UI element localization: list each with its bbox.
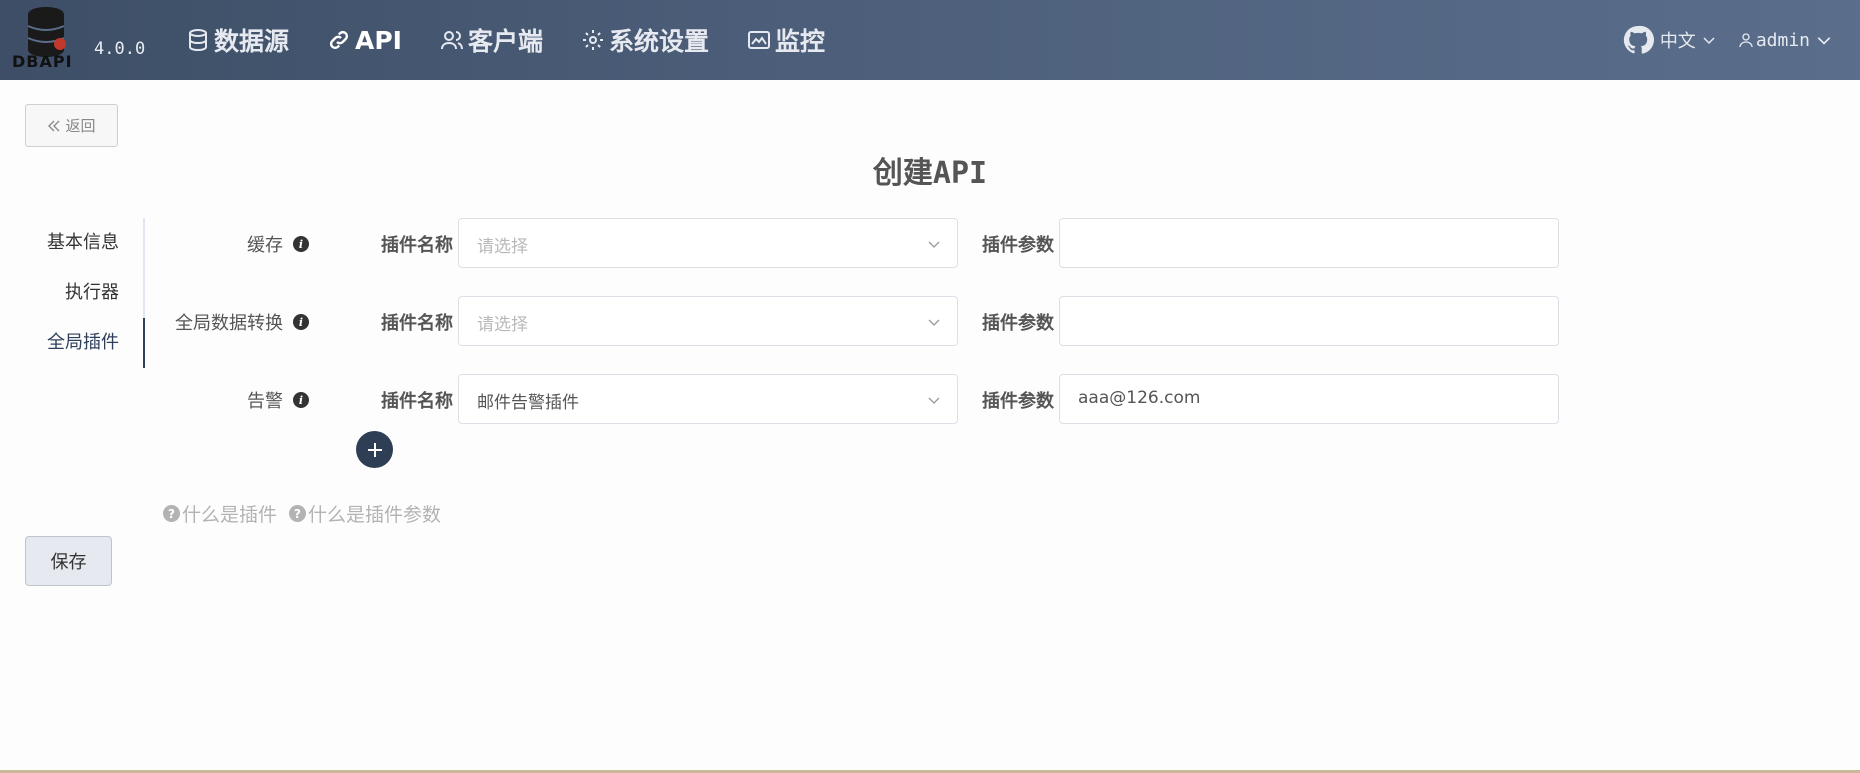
user-icon — [1739, 33, 1753, 48]
select-value: 请选择 — [477, 315, 528, 335]
back-button[interactable]: 返回 — [25, 104, 118, 147]
select-value: 请选择 — [477, 237, 528, 257]
plugin-param-input[interactable] — [1059, 296, 1559, 346]
info-icon[interactable]: i — [293, 392, 309, 408]
plugin-row-alarm: 告警 i 插件名称 邮件告警插件 插件参数 aaa@126.com — [0, 374, 1860, 424]
nav-item-datasource[interactable]: 数据源 — [186, 22, 289, 58]
plugin-param-label: 插件参数 — [982, 391, 1054, 412]
select-value: 邮件告警插件 — [477, 393, 579, 413]
plugin-param-input[interactable]: aaa@126.com — [1059, 374, 1559, 424]
plugin-name-label: 插件名称 — [381, 391, 453, 412]
plugin-row-transform: 全局数据转换 i 插件名称 请选择 插件参数 — [0, 296, 1860, 346]
plugin-name-label: 插件名称 — [381, 313, 453, 334]
gear-icon — [583, 30, 604, 50]
chevron-down-icon — [928, 397, 940, 404]
version-label: 4.0.0 — [94, 39, 146, 59]
add-plugin-button[interactable] — [356, 431, 393, 468]
plugin-name-select[interactable]: 邮件告警插件 — [458, 374, 958, 424]
link-icon — [329, 30, 349, 50]
page-title: 创建API — [872, 156, 988, 191]
plugin-name-label: 插件名称 — [381, 235, 453, 256]
help-link-plugin-param[interactable]: ? 什么是插件参数 — [289, 500, 441, 527]
chevron-down-icon — [928, 241, 940, 248]
info-icon[interactable]: i — [293, 236, 309, 252]
main-nav: 数据源 API 客户端 系统设置 监控 — [186, 0, 863, 80]
plugin-param-input[interactable] — [1059, 218, 1559, 268]
row-label: 全局数据转换 i — [175, 309, 309, 335]
github-icon[interactable] — [1622, 24, 1654, 56]
save-button[interactable]: 保存 — [25, 536, 112, 586]
nav-label: API — [355, 25, 402, 55]
nav-label: 数据源 — [214, 27, 290, 56]
nav-label: 监控 — [775, 27, 826, 56]
nav-item-api[interactable]: API — [327, 26, 402, 55]
help-link-plugin[interactable]: ? 什么是插件 — [163, 500, 277, 527]
question-icon: ? — [163, 505, 180, 522]
plugin-row-cache: 缓存 i 插件名称 请选择 插件参数 — [0, 218, 1860, 268]
header-right: 中文 admin — [1622, 0, 1834, 80]
chevron-down-icon — [1703, 37, 1715, 45]
nav-label: 系统设置 — [609, 27, 710, 56]
plugin-param-label: 插件参数 — [982, 235, 1054, 256]
help-links: ? 什么是插件 ? 什么是插件参数 — [163, 500, 453, 527]
row-label: 缓存 i — [247, 231, 309, 257]
question-icon: ? — [289, 505, 307, 522]
plugin-name-select[interactable]: 请选择 — [458, 296, 958, 346]
user-menu[interactable]: admin — [1738, 30, 1834, 51]
database-icon — [189, 29, 207, 52]
nav-item-client[interactable]: 客户端 — [440, 22, 543, 58]
nav-item-settings[interactable]: 系统设置 — [581, 22, 709, 58]
monitor-icon — [748, 31, 771, 49]
language-selector[interactable]: 中文 — [1660, 27, 1716, 53]
plus-icon — [367, 442, 382, 457]
language-label: 中文 — [1659, 31, 1696, 52]
chevron-down-icon — [1817, 37, 1831, 45]
row-label: 告警 i — [247, 387, 309, 413]
plugin-name-select[interactable]: 请选择 — [458, 218, 958, 268]
nav-label: 客户端 — [468, 27, 544, 56]
top-nav-bar: DBAPI 4.0.0 数据源 API 客户端 系统设置 监控 中文 admin — [0, 0, 1860, 80]
chevron-down-icon — [928, 319, 940, 326]
username: admin — [1755, 29, 1810, 51]
main-panel: 返回 创建API 基本信息 执行器 全局插件 缓存 i 插件名称 请选择 插件参… — [0, 80, 1860, 772]
info-icon[interactable]: i — [293, 314, 309, 330]
double-chevron-left-icon — [48, 120, 60, 131]
users-icon — [441, 31, 463, 50]
back-button-label: 返回 — [65, 117, 96, 135]
nav-item-monitor[interactable]: 监控 — [747, 22, 825, 58]
logo-text: DBAPI — [12, 52, 73, 71]
plugin-param-label: 插件参数 — [982, 313, 1054, 334]
